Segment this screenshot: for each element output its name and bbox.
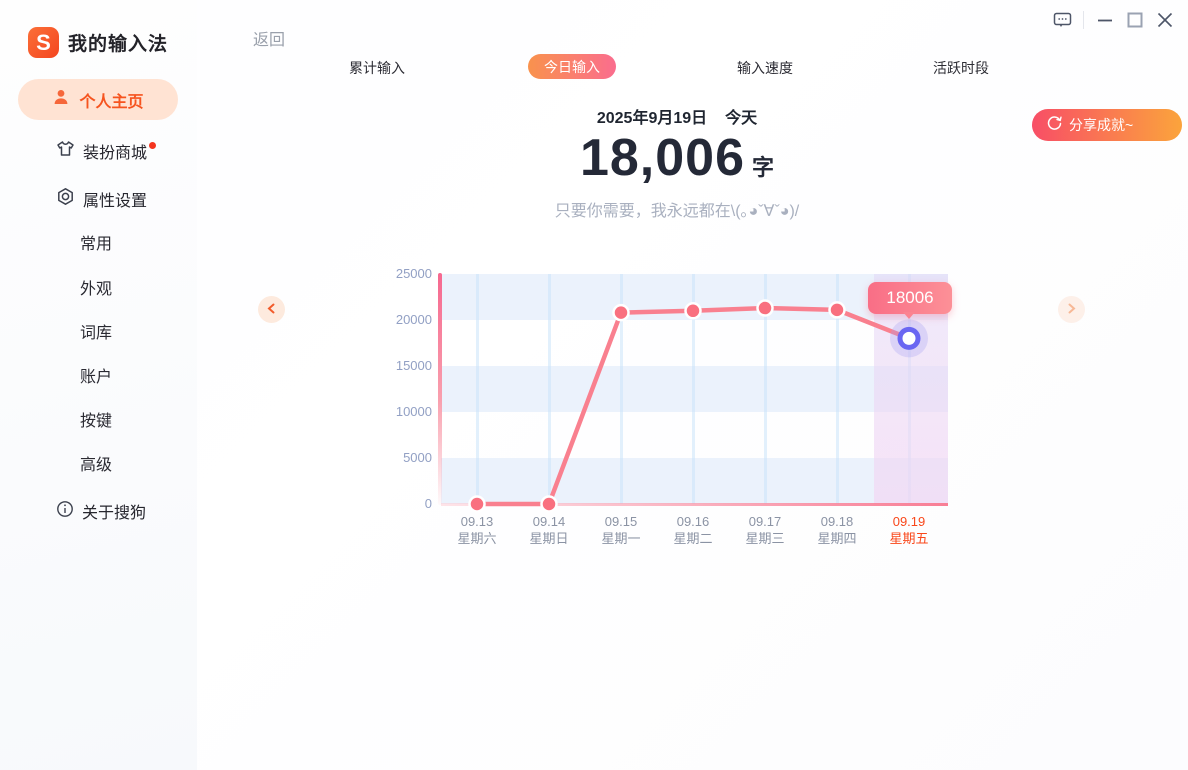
info-icon	[56, 500, 74, 523]
sidebar-item-settings[interactable]: 属性设置	[56, 187, 147, 211]
x-tick-date: 09.15	[604, 514, 638, 529]
x-axis-tick[interactable]: 09.19 星期五	[873, 513, 945, 547]
tab-input-speed[interactable]: 输入速度	[737, 58, 793, 78]
x-tick-date: 09.19	[892, 514, 926, 529]
sidebar-subitem-common[interactable]: 常用	[80, 230, 112, 254]
y-axis-tick: 15000	[395, 358, 432, 373]
x-tick-weekday: 星期四	[817, 531, 857, 546]
x-tick-weekday: 星期六	[457, 531, 497, 546]
y-axis-tick: 25000	[395, 266, 432, 281]
sidebar-subitem-appearance[interactable]: 外观	[80, 275, 112, 299]
data-point	[756, 299, 774, 317]
close-button[interactable]	[1150, 8, 1180, 32]
chart-next-button[interactable]	[1058, 296, 1085, 323]
x-tick-weekday: 星期三	[745, 531, 785, 546]
sidebar-subitem-dictionary[interactable]: 词库	[80, 319, 112, 343]
chart-tooltip: 18006	[868, 282, 952, 319]
y-axis-labels: 0 5000 10000 15000 20000 25000	[378, 266, 432, 511]
data-point	[828, 301, 846, 319]
gear-icon	[56, 187, 75, 211]
data-point	[540, 495, 558, 513]
share-icon	[1046, 114, 1063, 136]
notification-dot	[149, 141, 157, 149]
x-tick-date: 09.18	[820, 514, 854, 529]
tooltip-value: 18006	[886, 288, 934, 307]
selected-data-point	[897, 326, 921, 350]
x-axis-tick[interactable]: 09.15 星期一	[585, 513, 657, 547]
tab-active-hours[interactable]: 活跃时段	[933, 58, 989, 78]
sogou-logo-icon: S	[28, 27, 59, 58]
x-axis-tick[interactable]: 09.18 星期四	[801, 513, 873, 547]
app-logo-row: S 我的输入法	[28, 27, 168, 58]
x-tick-weekday: 星期二	[673, 531, 713, 546]
x-axis-tick[interactable]: 09.13 星期六	[441, 513, 513, 547]
x-axis-tick[interactable]: 09.17 星期三	[729, 513, 801, 547]
sidebar-subitem-account[interactable]: 账户	[80, 363, 112, 387]
x-tick-date: 09.13	[460, 514, 494, 529]
window-controls-divider	[1083, 11, 1084, 29]
y-axis-tick: 10000	[395, 404, 432, 419]
chart-prev-button[interactable]	[258, 296, 285, 323]
x-tick-weekday: 星期五	[889, 531, 929, 546]
share-label: 分享成就~	[1069, 117, 1134, 133]
tab-total-input[interactable]: 累计输入	[349, 58, 405, 78]
x-tick-date: 09.14	[532, 514, 566, 529]
chevron-left-icon	[266, 301, 277, 319]
y-axis-tick: 5000	[403, 450, 432, 465]
back-button[interactable]: 返回	[253, 26, 285, 50]
x-axis-tick[interactable]: 09.16 星期二	[657, 513, 729, 547]
chevron-right-icon	[1066, 301, 1077, 319]
share-achievement-button[interactable]: 分享成就~	[1032, 109, 1182, 141]
sidebar-item-label: 个人主页	[79, 93, 144, 111]
sidebar-item-profile[interactable]: 个人主页	[18, 79, 178, 120]
person-icon	[52, 88, 70, 111]
x-axis-labels: 09.13 星期六 09.14 星期日 09.15 星期一 09.16 星期二 09.17 星期三…	[441, 513, 945, 547]
x-tick-date: 09.17	[748, 514, 782, 529]
chart-line	[474, 305, 912, 507]
sidebar-item-label: 属性设置	[83, 193, 148, 210]
x-axis-tick[interactable]: 09.14 星期日	[513, 513, 585, 547]
char-count-unit: 字	[752, 155, 775, 180]
char-count: 18,006	[579, 129, 746, 187]
app-title: 我的输入法	[68, 34, 169, 55]
x-tick-weekday: 星期日	[529, 531, 569, 546]
app-window: S 我的输入法 个人主页 装扮商城 属性设置 常用 外观 词库 账户 按键 高级…	[0, 0, 1188, 770]
x-tick-date: 09.16	[676, 514, 710, 529]
sidebar-item-label: 关于搜狗	[82, 505, 147, 522]
today-tag: 今天	[725, 110, 758, 127]
data-point	[468, 495, 486, 513]
sidebar-item-shop[interactable]: 装扮商城	[56, 139, 157, 163]
x-tick-weekday: 星期一	[601, 531, 641, 546]
data-point	[612, 303, 630, 322]
data-point	[684, 302, 702, 320]
tshirt-icon	[56, 139, 75, 163]
date-row: 2025年9月19日 今天	[197, 104, 1157, 128]
date-label: 2025年9月19日	[596, 110, 708, 127]
subtitle-text: 只要你需要，我永远都在\(｡◕ˇ∀ˇ◕)/	[554, 203, 800, 220]
window-controls	[1047, 8, 1180, 32]
sidebar-subitem-keys[interactable]: 按键	[80, 407, 112, 431]
y-axis-tick: 0	[424, 496, 432, 511]
minimize-button[interactable]	[1090, 8, 1120, 32]
tab-today-input[interactable]: 今日输入	[528, 54, 616, 79]
count-row: 18,006 字	[197, 128, 1157, 188]
maximize-button[interactable]	[1120, 8, 1150, 32]
y-axis-tick: 20000	[395, 312, 432, 327]
sidebar: S 我的输入法 个人主页 装扮商城 属性设置 常用 外观 词库 账户 按键 高级…	[0, 0, 197, 770]
sidebar-item-about[interactable]: 关于搜狗	[56, 499, 146, 523]
sidebar-item-label: 装扮商城	[83, 145, 148, 162]
sidebar-subitem-advanced[interactable]: 高级	[80, 451, 112, 475]
feedback-icon[interactable]	[1047, 8, 1077, 32]
